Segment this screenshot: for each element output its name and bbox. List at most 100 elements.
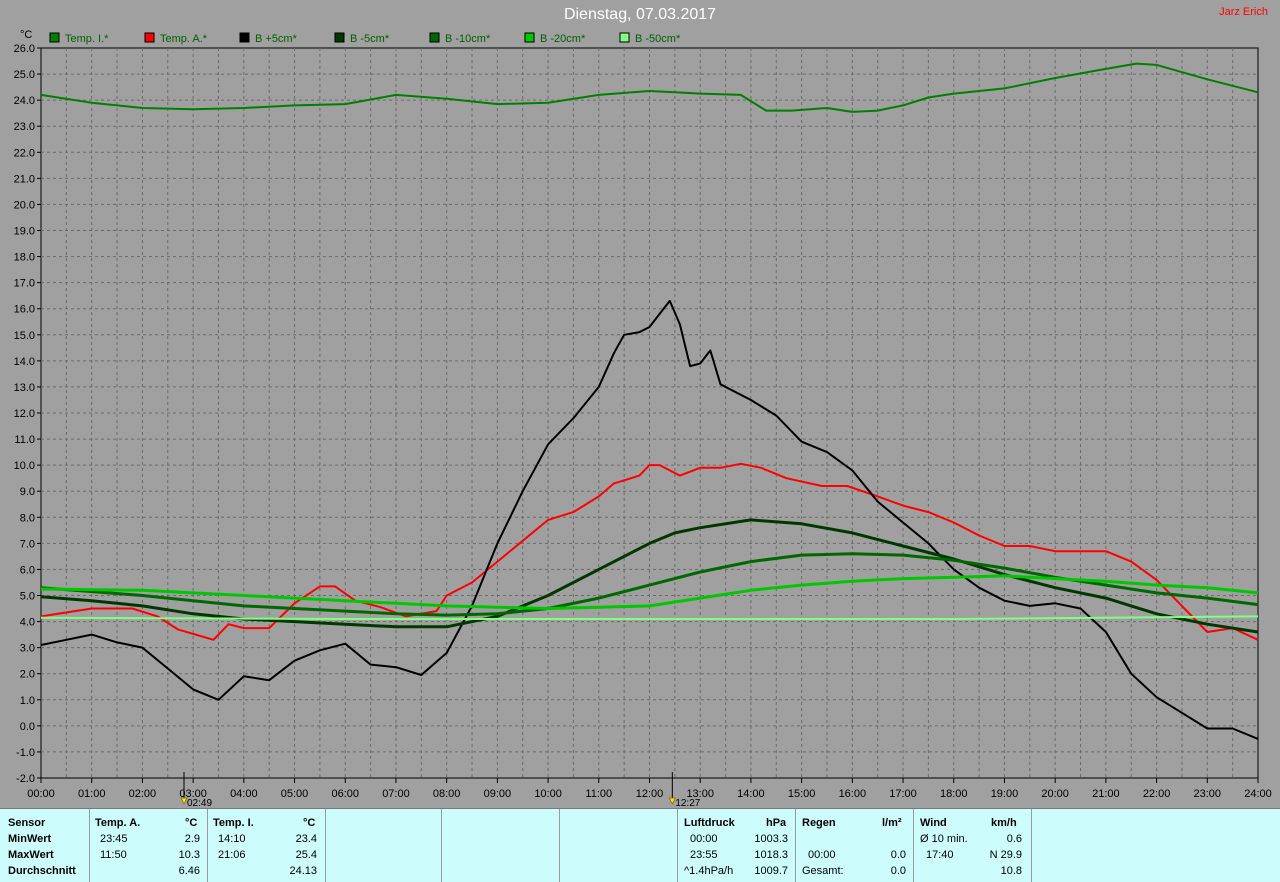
y-tick-label: 12.0: [14, 408, 35, 420]
y-tick-label: 26.0: [14, 43, 35, 55]
temp-a-max-value: 10.3: [178, 849, 200, 861]
pressure-max-time: 23:55: [690, 849, 718, 861]
chart-title: Dienstag, 07.03.2017: [563, 6, 717, 23]
legend-swatch: [239, 32, 250, 43]
rain-header: Regen: [802, 817, 836, 829]
y-tick-label: 15.0: [14, 330, 35, 342]
legend-label: Temp. I.*: [65, 33, 109, 45]
y-tick-label: 7.0: [20, 538, 35, 550]
statistics-panel: Sensor MinWert MaxWert Durchschnitt Temp…: [0, 808, 1280, 882]
y-tick-label: 20.0: [14, 199, 35, 211]
rain-unit: l/m²: [882, 817, 902, 829]
temperature-chart: °C -2.0 -1.0 0.0 1.0 2.0 3.0 4.0 5.0 6.0 7.0 8.0 9.0…: [14, 29, 1272, 808]
wind-avg-value: 0.6: [1006, 833, 1022, 845]
wind-avg-label: Ø 10 min.: [920, 833, 968, 845]
maxwert-label: MaxWert: [8, 849, 54, 861]
y-tick-label: 16.0: [14, 304, 35, 316]
temp-i-min-value: 23.4: [295, 833, 317, 845]
x-tick-label: 21:00: [1092, 788, 1120, 800]
marker-label: 12:27: [675, 798, 700, 808]
y-tick-label: 25.0: [14, 69, 35, 81]
y-tick-label: -1.0: [16, 747, 35, 759]
pressure-min-time: 00:00: [690, 833, 718, 845]
y-tick-label: 18.0: [14, 252, 35, 264]
x-tick-label: 07:00: [382, 788, 410, 800]
x-tick-label: 12:00: [636, 788, 664, 800]
x-tick-label: 04:00: [230, 788, 258, 800]
minwert-label: MinWert: [8, 833, 52, 845]
legend-label: B +5cm*: [255, 33, 298, 45]
y-tick-label: 4.0: [20, 617, 35, 629]
y-tick-label: 19.0: [14, 226, 35, 238]
y-axis-label: °C: [20, 29, 32, 41]
x-tick-label: 16:00: [839, 788, 867, 800]
legend-label: B -10cm*: [445, 33, 491, 45]
legend-label: Temp. A.*: [160, 33, 208, 45]
y-tick-label: 13.0: [14, 382, 35, 394]
x-tick-label: 05:00: [281, 788, 309, 800]
y-tick-label: 24.0: [14, 95, 35, 107]
temp-a-min-value: 2.9: [184, 833, 200, 845]
temp-i-max-value: 25.4: [295, 849, 317, 861]
temp-a-avg-value: 6.46: [178, 865, 200, 877]
y-tick-label: 11.0: [14, 434, 35, 446]
x-tick-label: 23:00: [1194, 788, 1222, 800]
legend-swatch: [334, 32, 345, 43]
y-tick-label: 23.0: [14, 121, 35, 133]
wind-max-time: 17:40: [926, 849, 954, 861]
y-tick-label: 8.0: [20, 512, 35, 524]
x-tick-label: 18:00: [940, 788, 968, 800]
x-tick-label: 14:00: [737, 788, 765, 800]
y-tick-label: 2.0: [20, 669, 35, 681]
y-tick-label: 14.0: [14, 356, 35, 368]
x-tick-label: 15:00: [788, 788, 816, 800]
temp-i-header: Temp. I.: [213, 817, 254, 829]
wind-header: Wind: [920, 817, 947, 829]
temp-i-unit: °C: [303, 817, 316, 829]
x-tick-label: 09:00: [484, 788, 512, 800]
temp-i-min-time: 14:10: [218, 833, 246, 845]
pressure-max-value: 1018.3: [754, 849, 788, 861]
pressure-unit: hPa: [766, 817, 787, 829]
y-tick-label: 10.0: [14, 460, 35, 472]
x-tick-label: 20:00: [1041, 788, 1069, 800]
x-tick-label: 10:00: [534, 788, 562, 800]
pressure-trend: ^1.4hPa/h: [684, 865, 734, 877]
y-tick-label: 1.0: [20, 695, 35, 707]
y-tick-label: 17.0: [14, 278, 35, 290]
x-tick-label: 08:00: [433, 788, 461, 800]
pressure-header: Luftdruck: [684, 817, 735, 829]
sensor-header: Sensor: [8, 817, 46, 829]
pressure-min-value: 1003.3: [754, 833, 788, 845]
rain-value: 0.0: [890, 849, 906, 861]
x-tick-label: 22:00: [1143, 788, 1171, 800]
y-tick-label: 3.0: [20, 643, 35, 655]
legend-swatch: [49, 32, 60, 43]
x-tick-label: 19:00: [991, 788, 1019, 800]
legend-swatch: [429, 32, 440, 43]
y-tick-label: 6.0: [20, 564, 35, 576]
temp-a-max-time: 11:50: [100, 849, 127, 861]
durchschnitt-label: Durchschnitt: [8, 865, 76, 877]
x-tick-label: 00:00: [27, 788, 55, 800]
legend-swatch: [619, 32, 630, 43]
legend-label: B -5cm*: [350, 33, 390, 45]
y-tick-label: 9.0: [20, 486, 35, 498]
pressure-avg-value: 1009.7: [754, 865, 788, 877]
legend-label: B -50cm*: [635, 33, 681, 45]
x-tick-label: 02:00: [129, 788, 157, 800]
temp-a-unit: °C: [185, 817, 198, 829]
x-tick-label: 01:00: [78, 788, 106, 800]
y-tick-label: -2.0: [16, 773, 35, 785]
legend-swatch: [144, 32, 155, 43]
legend-swatch: [524, 32, 535, 43]
rain-total-value: 0.0: [890, 865, 906, 877]
wind-max-value: N 29.9: [989, 849, 1022, 861]
wind-overall-value: 10.8: [1000, 865, 1022, 877]
wind-unit: km/h: [991, 817, 1017, 829]
y-tick-label: 22.0: [14, 147, 35, 159]
x-tick-label: 06:00: [331, 788, 359, 800]
rain-time: 00:00: [808, 849, 836, 861]
marker-label: 02:49: [187, 798, 212, 808]
y-tick-label: 5.0: [20, 591, 35, 603]
